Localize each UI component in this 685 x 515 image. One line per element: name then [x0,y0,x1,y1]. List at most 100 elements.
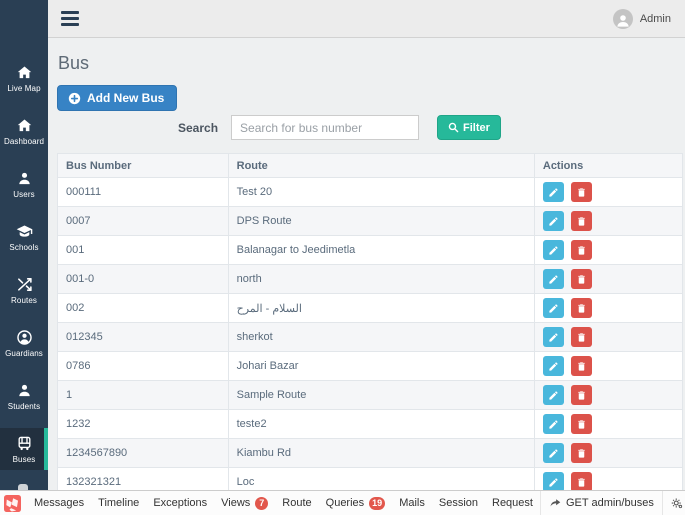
delete-bus-button[interactable] [570,298,592,318]
delete-bus-button[interactable] [570,182,592,202]
sidebar-item-icon [16,223,33,240]
debugbar-tab-route[interactable]: Route [275,491,318,515]
sidebar-item-buses[interactable]: Buses [0,428,48,470]
add-new-bus-button[interactable]: Add New Bus [57,85,178,111]
sidebar-item-routes[interactable]: Routes [0,269,48,311]
sidebar-item-label: Users [13,189,35,199]
delete-bus-button[interactable] [570,269,592,289]
delete-bus-button[interactable] [570,356,592,376]
sidebar-item-live-map[interactable]: Live Map [0,57,48,99]
sidebar-item-students[interactable]: Students [0,375,48,417]
debugbar-request[interactable]: GET admin/buses [539,490,662,515]
pencil-icon [548,390,559,401]
edit-bus-button[interactable] [542,327,564,347]
plus-circle-icon [68,92,81,104]
bus-number-cell: 0007 [57,206,229,236]
bus-number-cell: 0786 [57,351,229,381]
table-row: 1232 teste2 [57,409,684,439]
edit-bus-button[interactable] [542,414,564,434]
bus-number-cell: 1 [57,380,229,410]
sidebar-item-dashboard[interactable]: Dashboard [0,110,48,152]
actions-cell [533,177,684,207]
debugbar-tab-exceptions[interactable]: Exceptions [146,491,214,515]
edit-bus-button[interactable] [542,356,564,376]
trash-icon [576,477,587,488]
delete-bus-button[interactable] [570,472,592,490]
sidebar-item-icon [16,64,33,81]
sidebar-item-schools[interactable]: Schools [0,216,48,258]
debugbar-tab-mails[interactable]: Mails [392,491,432,515]
app-window: Live Map Dashboard Users Schools Routes … [0,0,685,515]
bus-number-cell: 002 [57,293,229,323]
sidebar-item-icon [16,276,33,293]
table-row: 1 Sample Route [57,380,684,410]
delete-bus-button[interactable] [570,211,592,231]
laravel-logo[interactable] [4,494,21,512]
hamburger-menu-icon[interactable] [57,7,83,30]
trash-icon [576,448,587,459]
sidebar-item-icon [16,329,33,346]
user-name: Admin [639,12,671,25]
avatar [612,8,633,29]
edit-bus-button[interactable] [542,211,564,231]
trash-icon [576,274,587,285]
trash-icon [576,361,587,372]
debugbar-memory[interactable]: 2MB [661,490,685,515]
share-arrow-icon [550,499,561,507]
debugbar-tab-views[interactable]: Views 7 [214,491,275,515]
page-title: Bus [58,53,90,73]
sidebar-item-label: Buses [12,454,36,464]
trash-icon [576,187,587,198]
sidebar-item-guardians[interactable]: Guardians [0,322,48,364]
pencil-icon [548,361,559,372]
sidebar-item-icon [16,382,33,399]
search-input[interactable] [231,115,420,140]
sidebar-item-label: Students [7,401,41,411]
sidebar-item-icon [16,170,33,187]
edit-bus-button[interactable] [542,443,564,463]
edit-bus-button[interactable] [542,472,564,490]
debugbar-tab-request[interactable]: Request [485,491,540,515]
bus-number-cell: 012345 [57,322,229,352]
edit-bus-button[interactable] [542,182,564,202]
table-row: 001 Balanagar to Jeedimetla [57,235,684,265]
delete-bus-button[interactable] [570,327,592,347]
actions-cell [533,206,684,236]
delete-bus-button[interactable] [570,240,592,260]
search-label: Search [178,120,219,135]
edit-bus-button[interactable] [542,240,564,260]
debugbar-tab-label: Messages [34,497,85,509]
filter-button[interactable]: Filter [437,115,501,140]
debugbar-tab-label: Timeline [98,497,140,509]
edit-bus-button[interactable] [542,269,564,289]
bus-number-cell: 001 [57,235,229,265]
debugbar-tab-label: Exceptions [153,497,208,509]
route-cell: DPS Route [227,206,535,236]
user-menu[interactable]: Admin [612,8,671,29]
sidebar-item-label: Guardians [5,348,43,358]
sidebar: Live Map Dashboard Users Schools Routes … [0,0,48,490]
edit-bus-button[interactable] [542,385,564,405]
count-badge: 19 [369,496,386,510]
sidebar-item-icon [16,435,33,452]
bus-number-cell: 001-0 [57,264,229,294]
route-cell: Sample Route [227,380,535,410]
debugbar-tab-messages[interactable]: Messages [27,491,91,515]
trash-icon [576,390,587,401]
delete-bus-button[interactable] [570,443,592,463]
sidebar-item-users[interactable]: Users [0,163,48,205]
delete-bus-button[interactable] [570,385,592,405]
actions-cell [533,264,684,294]
sidebar-item-label: Dashboard [3,136,45,146]
search-icon [448,122,459,133]
debugbar-tab-queries[interactable]: Queries 19 [319,491,393,515]
route-cell: Loc [227,467,535,490]
debugbar-right: GET admin/buses 2MB 511.63ms [539,490,685,515]
debugbar-tab-timeline[interactable]: Timeline [91,491,146,515]
edit-bus-button[interactable] [542,298,564,318]
debugbar-tab-session[interactable]: Session [432,491,485,515]
actions-cell [533,293,684,323]
pencil-icon [548,303,559,314]
topbar: Admin [48,0,685,38]
delete-bus-button[interactable] [570,414,592,434]
